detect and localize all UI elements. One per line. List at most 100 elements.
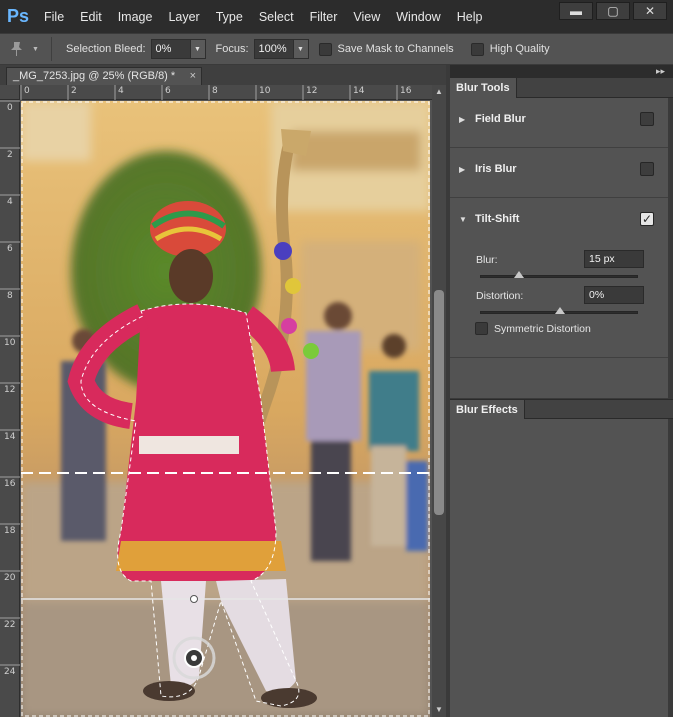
selection-bleed-value[interactable]: 0% [151, 40, 190, 58]
distortion-slider-handle[interactable] [555, 307, 565, 314]
iris-blur-label: Iris Blur [475, 163, 517, 175]
blur-tools-body: ▶ Field Blur ▶ Iris Blur ▼ Tilt-Shift ✓ … [450, 98, 668, 398]
tool-preset-picker[interactable]: ▼ [6, 37, 52, 61]
focus-value[interactable]: 100% [254, 40, 293, 58]
ruler-label: 22 [4, 620, 16, 630]
menu-image[interactable]: Image [110, 0, 161, 33]
menu-select[interactable]: Select [251, 0, 302, 33]
triangle-right-icon[interactable]: ▶ [459, 165, 465, 174]
distortion-input[interactable]: 0% [584, 286, 644, 304]
ruler-origin[interactable] [0, 85, 20, 100]
distortion-label: Distortion: [476, 290, 524, 302]
ruler-label: 6 [7, 244, 13, 254]
menu-type[interactable]: Type [208, 0, 251, 33]
ruler-label: 2 [7, 150, 13, 160]
high-quality-label: High Quality [489, 43, 550, 55]
chevron-down-icon: ▼ [32, 45, 39, 53]
iris-blur-section[interactable]: ▶ Iris Blur [450, 148, 668, 198]
distortion-slider[interactable] [480, 307, 638, 314]
blur-slider[interactable] [480, 271, 638, 278]
menu-view[interactable]: View [345, 0, 388, 33]
field-blur-section[interactable]: ▶ Field Blur [450, 98, 668, 148]
ruler-label: 10 [4, 338, 16, 348]
ruler-label: 16 [400, 86, 412, 96]
document-tab-bar: _MG_7253.jpg @ 25% (RGB/8) * × [0, 65, 446, 85]
high-quality-option[interactable]: High Quality [470, 42, 555, 56]
selection-bleed-field[interactable]: 0% ▼ [150, 39, 206, 59]
ruler-label: 0 [24, 86, 30, 96]
symmetric-distortion-checkbox[interactable] [475, 322, 488, 335]
menu-window[interactable]: Window [388, 0, 448, 33]
tilt-shift-label: Tilt-Shift [475, 213, 520, 225]
menu-layer[interactable]: Layer [160, 0, 207, 33]
menu-edit[interactable]: Edit [72, 0, 110, 33]
document-title: _MG_7253.jpg @ 25% (RGB/8) * [13, 70, 176, 82]
image-canvas[interactable] [21, 101, 430, 717]
ruler-label: 12 [4, 385, 16, 395]
blur-slider-handle[interactable] [513, 271, 524, 278]
save-mask-option[interactable]: Save Mask to Channels [318, 42, 459, 56]
ruler-label: 2 [71, 86, 77, 96]
tools-spacer [450, 358, 668, 398]
menu-file[interactable]: File [36, 0, 72, 33]
tilt-shift-checkbox[interactable]: ✓ [640, 212, 654, 226]
selection-bleed-label: Selection Bleed: [66, 43, 146, 55]
ruler-label: 12 [306, 86, 318, 96]
maximize-button[interactable]: ▢ [596, 2, 630, 20]
field-blur-checkbox[interactable] [640, 112, 654, 126]
save-mask-checkbox[interactable] [318, 42, 332, 56]
ruler-label: 6 [165, 86, 171, 96]
ruler-label: 8 [212, 86, 218, 96]
close-button[interactable]: ✕ [633, 2, 667, 20]
tab-blur-effects[interactable]: Blur Effects [450, 400, 525, 420]
iris-blur-checkbox[interactable] [640, 162, 654, 176]
menu-filter[interactable]: Filter [302, 0, 346, 33]
blur-amount-label: Blur: [476, 254, 498, 266]
vertical-ruler[interactable]: 0 2 4 6 8 10 12 14 16 18 20 22 24 [0, 85, 20, 717]
horizontal-ruler-ticks [20, 85, 398, 100]
focus-label: Focus: [215, 43, 249, 55]
triangle-right-icon[interactable]: ▶ [459, 115, 465, 124]
blur-effects-body [450, 419, 668, 717]
blur-panel: ▸▸ Blur Tools ▶ Field Blur ▶ Iris Blur ▼… [450, 65, 673, 717]
options-bar: ▼ Selection Bleed: 0% ▼ Focus: 100% ▼ Sa… [0, 33, 673, 65]
photoshop-logo: Ps [6, 6, 30, 26]
ruler-label: 16 [4, 479, 16, 489]
triangle-down-icon[interactable]: ▼ [459, 215, 467, 224]
menu-bar: Ps File Edit Image Layer Type Select Fil… [0, 0, 673, 33]
menu-help[interactable]: Help [449, 0, 491, 33]
save-mask-label: Save Mask to Channels [337, 43, 454, 55]
tab-blur-tools[interactable]: Blur Tools [450, 78, 517, 98]
ruler-label: 10 [259, 86, 271, 96]
ruler-label: 24 [4, 667, 16, 677]
chevron-down-icon[interactable]: ▼ [189, 40, 205, 58]
symmetric-distortion-option[interactable]: Symmetric Distortion [475, 322, 591, 335]
document-tab[interactable]: _MG_7253.jpg @ 25% (RGB/8) * × [6, 67, 202, 85]
photo-preview [21, 101, 430, 717]
chevron-down-icon[interactable]: ▼ [292, 40, 308, 58]
horizontal-ruler[interactable]: 0 2 4 6 8 10 12 14 16 [20, 85, 432, 100]
ruler-label: 8 [7, 291, 13, 301]
scroll-down-icon[interactable]: ▼ [434, 705, 444, 715]
ruler-label: 4 [7, 197, 13, 207]
ruler-label: 20 [4, 573, 16, 583]
ruler-label: 14 [353, 86, 365, 96]
high-quality-checkbox[interactable] [470, 42, 484, 56]
scrollbar-thumb[interactable] [434, 290, 444, 515]
ruler-label: 14 [4, 432, 16, 442]
vertical-scrollbar[interactable]: ▲ ▼ [432, 85, 446, 717]
scroll-up-icon[interactable]: ▲ [434, 87, 444, 97]
window-controls: ▬ ▢ ✕ [559, 2, 667, 20]
ruler-label: 4 [118, 86, 124, 96]
minimize-button[interactable]: ▬ [559, 2, 593, 20]
pin-icon [11, 42, 22, 56]
close-tab-icon[interactable]: × [190, 68, 196, 84]
focus-field[interactable]: 100% ▼ [253, 39, 309, 59]
panel-collapse-icon[interactable]: ▸▸ [450, 65, 673, 78]
blur-tools-tab-bar: Blur Tools [450, 78, 673, 98]
blur-amount-input[interactable]: 15 px [584, 250, 644, 268]
ruler-label: 0 [7, 103, 13, 113]
tilt-shift-section: ▼ Tilt-Shift ✓ Blur: 15 px Distortion: 0… [450, 198, 668, 358]
symmetric-distortion-label: Symmetric Distortion [494, 322, 591, 335]
ruler-label: 18 [4, 526, 16, 536]
